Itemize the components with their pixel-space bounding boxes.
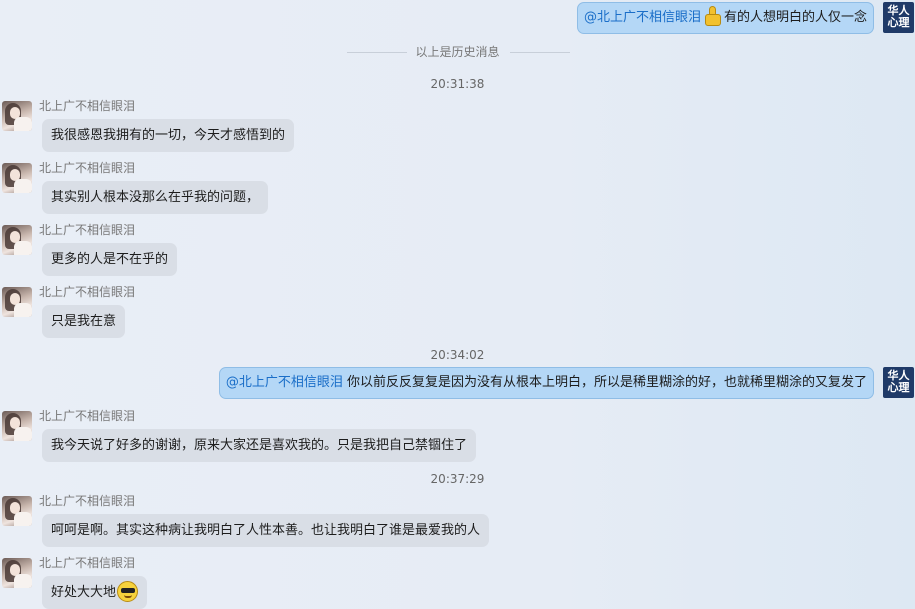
other-message-bubble: 其实别人根本没那么在乎我的问题， <box>42 181 269 214</box>
history-separator: 以上是历史消息 <box>415 45 500 59</box>
other-message-bubble: 好处大大地 <box>42 576 148 609</box>
sender-name: 北上广不相信眼泪 <box>39 409 136 423</box>
avatar[interactable] <box>2 101 32 131</box>
sender-name: 北上广不相信眼泪 <box>39 99 136 113</box>
sender-name: 北上广不相信眼泪 <box>39 161 136 175</box>
message-text: 有的人想明白的人仅一念 <box>723 10 867 25</box>
thumbs-up-icon <box>703 5 723 27</box>
self-message-bubble: @北上广不相信眼泪 有的人想明白的人仅一念 <box>576 2 874 34</box>
avatar[interactable]: 华人 心理 <box>883 2 914 33</box>
other-message-bubble: 呵呵是啊。其实这种病让我明白了人性本善。也让我明白了谁是最爱我的人 <box>42 514 490 547</box>
self-message-bubble: @北上广不相信眼泪 你以前反反复复是因为没有从根本上明白，所以是稀里糊涂的好，也… <box>218 367 874 399</box>
timestamp: 20:37:29 <box>430 472 485 486</box>
message-text: 你以前反反复复是因为没有从根本上明白，所以是稀里糊涂的好，也就稀里糊涂的又复发了 <box>342 375 867 390</box>
avatar[interactable] <box>2 225 32 255</box>
avatar[interactable] <box>2 411 32 441</box>
cool-face-icon <box>117 581 139 602</box>
sender-name: 北上广不相信眼泪 <box>39 556 136 570</box>
avatar[interactable] <box>2 558 32 588</box>
other-message-bubble: 只是我在意 <box>42 305 126 338</box>
avatar[interactable] <box>2 163 32 193</box>
avatar[interactable] <box>2 287 32 317</box>
mention-link[interactable]: @北上广不相信眼泪 <box>584 10 701 25</box>
divider <box>510 52 570 53</box>
avatar[interactable]: 华人 心理 <box>883 367 914 398</box>
message-text: 好处大大地 <box>51 585 117 600</box>
other-message-bubble: 更多的人是不在乎的 <box>42 243 178 276</box>
sender-name: 北上广不相信眼泪 <box>39 494 136 508</box>
avatar-text-line: 心理 <box>887 16 910 29</box>
timestamp: 20:34:02 <box>430 348 485 362</box>
other-message-bubble: 我今天说了好多的谢谢，原来大家还是喜欢我的。只是我把自己禁锢住了 <box>42 429 477 462</box>
other-message-bubble: 我很感恩我拥有的一切，今天才感悟到的 <box>42 119 295 152</box>
avatar[interactable] <box>2 496 32 526</box>
avatar-text-line: 心理 <box>887 381 910 394</box>
timestamp: 20:31:38 <box>430 77 485 91</box>
sender-name: 北上广不相信眼泪 <box>39 285 136 299</box>
sender-name: 北上广不相信眼泪 <box>39 223 136 237</box>
mention-link[interactable]: @北上广不相信眼泪 <box>226 375 343 390</box>
